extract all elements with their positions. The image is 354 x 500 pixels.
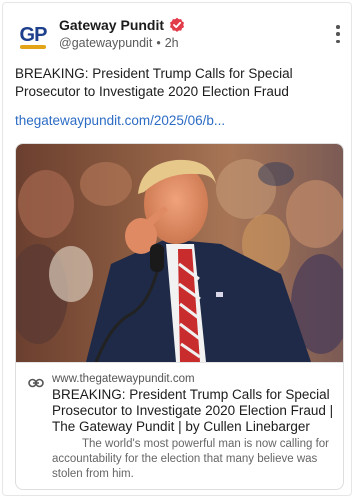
post-text: BREAKING: President Trump Calls for Spec… xyxy=(15,66,293,99)
verified-badge-icon xyxy=(169,17,185,33)
avatar-swoosh xyxy=(20,45,46,49)
link-domain: www.thegatewaypundit.com xyxy=(52,373,195,385)
avatar-logo-text: GP xyxy=(19,23,48,46)
link-title[interactable]: BREAKING: President Trump Calls for Spec… xyxy=(52,387,342,435)
more-vertical-icon[interactable] xyxy=(335,25,341,43)
separator-dot: • xyxy=(156,36,161,50)
avatar[interactable]: GP xyxy=(15,17,51,53)
link-description: The world's most powerful man is now cal… xyxy=(52,438,329,480)
link-preview-image[interactable] xyxy=(16,144,343,363)
link-chain-icon xyxy=(28,375,44,388)
author-handle-row: @gatewaypundit • 2h xyxy=(59,36,179,50)
author-display-name[interactable]: Gateway Pundit xyxy=(59,17,164,33)
post-card: GP Gateway Pundit @gatewaypundit • 2h BR… xyxy=(2,2,352,496)
author-name-row: Gateway Pundit xyxy=(59,17,185,33)
author-handle[interactable]: @gatewaypundit xyxy=(59,36,152,50)
link-preview-body[interactable]: www.thegatewaypundit.com BREAKING: Presi… xyxy=(16,362,343,489)
link-preview-card[interactable]: www.thegatewaypundit.com BREAKING: Presi… xyxy=(15,143,344,490)
post-time[interactable]: 2h xyxy=(165,36,179,50)
post-link[interactable]: thegatewaypundit.com/2025/06/b... xyxy=(15,113,225,128)
post-header: GP Gateway Pundit @gatewaypundit • 2h xyxy=(15,15,345,55)
